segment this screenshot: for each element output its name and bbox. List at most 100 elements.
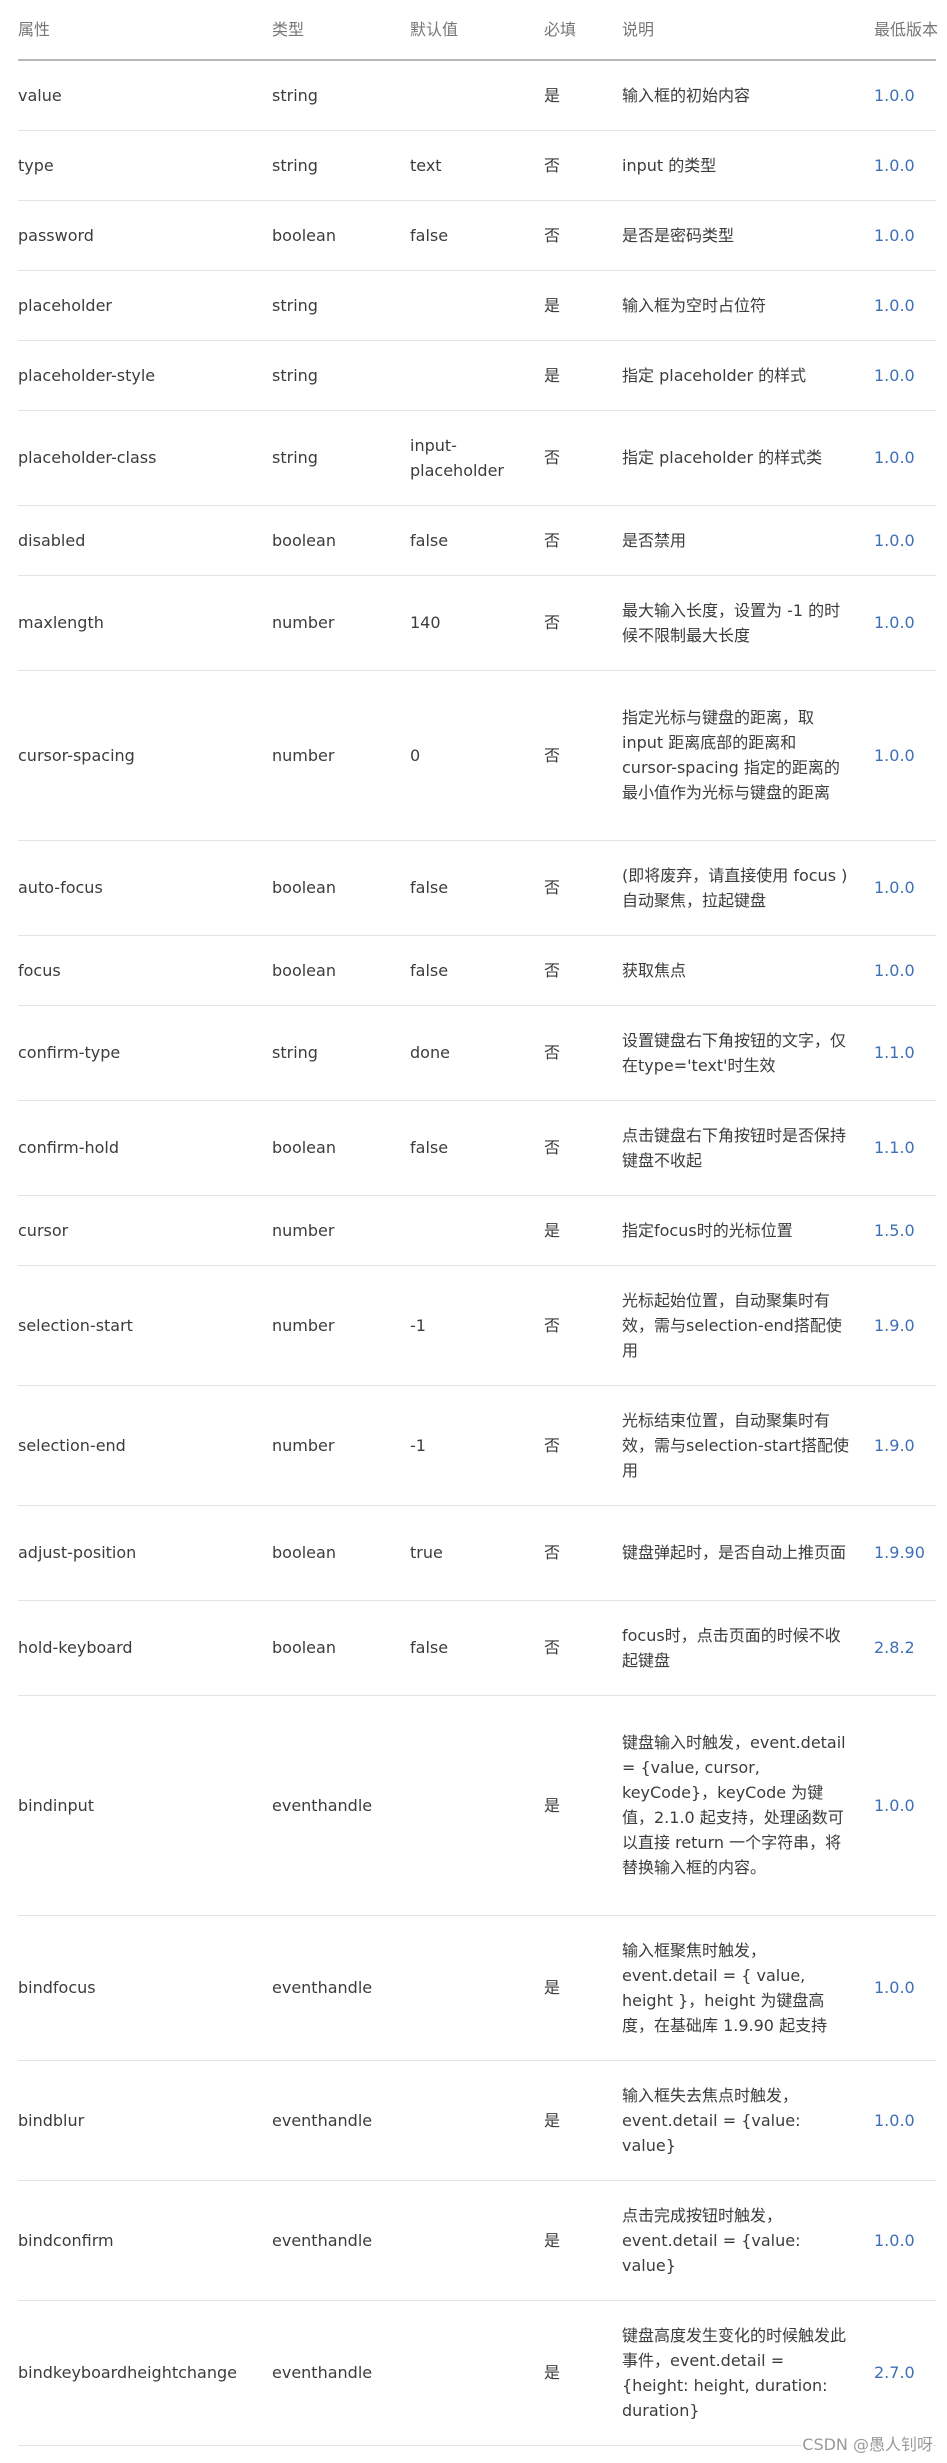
cell-required: 否 [544,1265,622,1386]
watermark: CSDN @愚人钊呀 [802,2431,933,2455]
cell-type: eventhandle [272,2300,410,2446]
table-row: confirm-hold boolean false 否点击键盘右下角按钮时是否保持键… [18,1100,936,1196]
table-row: disabled boolean false 否是否禁用 1.0.0 [18,505,936,576]
table-row: focus boolean false 否获取焦点 1.0.0 [18,935,936,1006]
header-description: 说明 [622,0,874,61]
cell-description: 键盘输入时触发，event.detail = {value, cursor, k… [622,1695,874,1916]
cell-min-version: 2.8.2 [874,1600,936,1696]
table-header: 属性 类型 默认值 必填 说明 最低版本 [18,0,938,61]
table-row: placeholder-class string input-placeholder… [18,410,936,506]
cell-default: input-placeholder [410,410,544,506]
cell-min-version: 1.0.0 [874,670,936,841]
table-row: bindfocus eventhandle 是输入框聚焦时触发，event.deta… [18,1915,936,2061]
table-row: adjust-position boolean true 否键盘弹起时，是否自动上推页… [18,1505,936,1601]
cell-attr: placeholder-style [18,340,272,411]
cell-default: 0 [410,670,544,841]
cell-default: done [410,1005,544,1101]
cell-attr: bindconfirm [18,2180,272,2301]
cell-required: 否 [544,410,622,506]
cell-default [410,2180,544,2301]
header-min-version: 最低版本 [874,0,938,61]
cell-default [410,1915,544,2061]
cell-description: focus时，点击页面的时候不收起键盘 [622,1600,874,1696]
cell-min-version: 1.0.0 [874,935,936,1006]
cell-default: true [410,1505,544,1601]
cell-min-version: 1.0.0 [874,575,936,671]
cell-default [410,1695,544,1916]
table-row: bindconfirm eventhandle 是点击完成按钮时触发，event.d… [18,2180,936,2301]
cell-default: -1 [410,1385,544,1506]
cell-min-version: 1.0.0 [874,270,936,341]
cell-min-version: 1.0.0 [874,130,936,201]
cell-min-version: 1.9.0 [874,1265,936,1386]
cell-min-version: 1.0.0 [874,410,936,506]
cell-description: 点击键盘右下角按钮时是否保持键盘不收起 [622,1100,874,1196]
cell-type: string [272,410,410,506]
cell-default [410,2300,544,2446]
cell-description: 指定光标与键盘的距离，取 input 距离底部的距离和 cursor-spaci… [622,670,874,841]
table-row: hold-keyboard boolean false 否 focus时，点击页面的时候… [18,1600,936,1696]
table-row: bindkeyboardheightchange eventhandle 是键盘高度… [18,2300,936,2446]
cell-required: 是 [544,1195,622,1266]
cell-description: 输入框失去焦点时触发，event.detail = {value: value} [622,2060,874,2181]
cell-default: -1 [410,1265,544,1386]
cell-attr: placeholder-class [18,410,272,506]
table-row: cursor number 是指定focus时的光标位置 1.5.0 [18,1195,936,1266]
cell-attr: auto-focus [18,840,272,936]
cell-description: 光标起始位置，自动聚集时有效，需与selection-end搭配使用 [622,1265,874,1386]
cell-min-version: 1.0.0 [874,2180,936,2301]
cell-type: number [272,670,410,841]
cell-required: 否 [544,200,622,271]
cell-type: eventhandle [272,1695,410,1916]
cell-min-version: 1.5.0 [874,1195,936,1266]
cell-min-version: 1.0.0 [874,60,936,131]
table-row: auto-focus boolean false 否 (即将废弃，请直接使用 focus… [18,840,936,936]
cell-type: boolean [272,1505,410,1601]
cell-required: 是 [544,2300,622,2446]
cell-default: 140 [410,575,544,671]
cell-attr: cursor [18,1195,272,1266]
cell-required: 是 [544,2180,622,2301]
cell-description: input 的类型 [622,130,874,201]
cell-default [410,1195,544,1266]
cell-min-version: 1.0.0 [874,2060,936,2181]
cell-type: string [272,130,410,201]
cell-attr: placeholder [18,270,272,341]
cell-required: 否 [544,1385,622,1506]
cell-description: (即将废弃，请直接使用 focus )自动聚焦，拉起键盘 [622,840,874,936]
cell-default [410,340,544,411]
table-row: type string text 否 input 的类型 1.0.0 [18,130,936,201]
cell-attr: hold-keyboard [18,1600,272,1696]
cell-required: 否 [544,1600,622,1696]
cell-required: 否 [544,840,622,936]
cell-default [410,60,544,131]
cell-description: 输入框聚焦时触发，event.detail = { value, height … [622,1915,874,2061]
cell-default: false [410,200,544,271]
header-required: 必填 [544,0,622,61]
cell-attr: adjust-position [18,1505,272,1601]
cell-type: boolean [272,200,410,271]
cell-default: false [410,1100,544,1196]
cell-required: 否 [544,1505,622,1601]
cell-default: false [410,935,544,1006]
cell-min-version: 1.0.0 [874,340,936,411]
cell-type: eventhandle [272,2060,410,2181]
cell-required: 是 [544,1695,622,1916]
cell-required: 否 [544,935,622,1006]
cell-attr: cursor-spacing [18,670,272,841]
cell-default [410,270,544,341]
cell-type: boolean [272,505,410,576]
cell-attr: bindblur [18,2060,272,2181]
cell-description: 点击完成按钮时触发，event.detail = {value: value} [622,2180,874,2301]
cell-type: boolean [272,935,410,1006]
cell-attr: confirm-hold [18,1100,272,1196]
table-row: placeholder-style string 是指定 placeholder 的… [18,340,936,411]
cell-min-version: 1.0.0 [874,200,936,271]
cell-description: 光标结束位置，自动聚集时有效，需与selection-start搭配使用 [622,1385,874,1506]
cell-type: boolean [272,1100,410,1196]
cell-attr: bindkeyboardheightchange [18,2300,272,2446]
cell-min-version: 1.0.0 [874,505,936,576]
cell-description: 键盘高度发生变化的时候触发此事件，event.detail = {height:… [622,2300,874,2446]
cell-min-version: 1.1.0 [874,1005,936,1101]
cell-attr: confirm-type [18,1005,272,1101]
